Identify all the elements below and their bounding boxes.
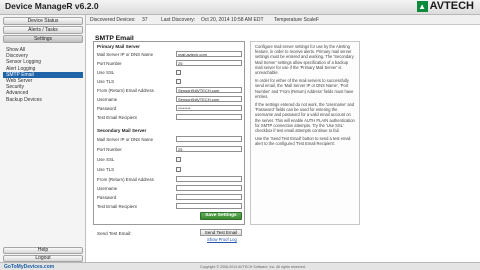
secondary-server-label: Mail Server IP or DNS Name — [97, 137, 154, 142]
secondary-port-label: Port Number — [97, 147, 122, 152]
secondary-password-label: Password — [97, 195, 117, 200]
brand-logo: ▲ AVTECH — [416, 0, 474, 12]
secondary-from-input[interactable] — [176, 176, 242, 182]
primary-port-input[interactable] — [176, 60, 242, 66]
help-text-panel: Configure mail server settings for use b… — [250, 41, 360, 225]
gotomydevices-link[interactable]: GoToMyDevices.com — [4, 264, 54, 270]
sidebar: Device Status Alerts / Tasks Settings Sh… — [0, 15, 86, 262]
secondary-ssl-label: Use SSL — [97, 157, 115, 162]
last-discovery-label: Last Discovery: — [161, 17, 196, 23]
discovered-devices-value: 37 — [142, 17, 148, 23]
primary-server-input[interactable] — [176, 51, 242, 57]
top-bar: Device ManageR v6.2.0 ▲ AVTECH — [0, 0, 480, 15]
primary-from-input[interactable] — [176, 87, 242, 93]
discovered-devices-label: Discovered Devices: — [90, 17, 136, 23]
primary-section-title: Primary Mail Server — [97, 44, 140, 49]
app-title: Device ManageR v6.2.0 — [5, 1, 99, 11]
help-paragraph: Use the 'Send Test Email' button to send… — [255, 136, 351, 147]
primary-from-label: From (Return) Email Address — [97, 88, 154, 93]
secondary-section-title: Secondary Mail Server — [97, 128, 147, 133]
primary-tls-checkbox[interactable] — [176, 79, 181, 84]
help-paragraph: If the settings entered do not work, the… — [255, 102, 355, 134]
secondary-tls-checkbox[interactable] — [176, 167, 181, 172]
help-paragraph: Configure mail server settings for use b… — [255, 44, 354, 76]
secondary-port-input[interactable] — [176, 146, 242, 152]
device-status-button[interactable]: Device Status — [3, 17, 83, 25]
logout-button[interactable]: Logout — [3, 255, 83, 262]
secondary-test-recipient-label: Test Email Recipient — [97, 204, 137, 209]
avtech-logo-mark-icon: ▲ — [416, 0, 428, 12]
footer: GoToMyDevices.com Copyright © 2008-2014 … — [0, 262, 480, 270]
secondary-username-input[interactable] — [176, 185, 242, 191]
secondary-tls-label: Use TLS — [97, 167, 115, 172]
primary-ssl-label: Use SSL — [97, 70, 115, 75]
save-settings-button[interactable]: Save Settings — [200, 212, 242, 220]
temperature-scale-label: Temperature Scale: — [274, 17, 318, 23]
secondary-from-label: From (Return) Email Address — [97, 177, 154, 182]
primary-tls-label: Use TLS — [97, 79, 115, 84]
primary-test-recipient-input[interactable] — [176, 114, 242, 120]
primary-ssl-checkbox[interactable] — [176, 70, 181, 75]
primary-server-label: Mail Server IP or DNS Name — [97, 52, 154, 57]
help-paragraph: In order for either of the mail servers … — [255, 78, 354, 99]
secondary-username-label: Username — [97, 186, 118, 191]
status-bar: Discovered Devices: 37 Last Discovery: O… — [86, 15, 480, 25]
primary-port-label: Port Number — [97, 61, 122, 66]
settings-nav-list: Show All Discovery Sensor Logging Alert … — [3, 47, 83, 103]
send-test-email-label: Send Test Email: — [97, 231, 132, 236]
secondary-test-recipient-input[interactable] — [176, 203, 242, 209]
help-button[interactable]: Help — [3, 247, 83, 254]
brand-name: AVTECH — [429, 0, 474, 12]
copyright-text: Copyright © 2008-2014 AVTECH Software, I… — [200, 265, 306, 269]
primary-password-input[interactable] — [176, 105, 242, 111]
secondary-password-input[interactable] — [176, 194, 242, 200]
show-proof-log-link[interactable]: Show Proof Log — [207, 237, 237, 242]
primary-username-label: Username — [97, 97, 118, 102]
secondary-ssl-checkbox[interactable] — [176, 157, 181, 162]
primary-username-input[interactable] — [176, 96, 242, 102]
primary-password-label: Password — [97, 106, 117, 111]
temperature-scale-value: F — [316, 17, 320, 23]
settings-button[interactable]: Settings — [3, 35, 83, 43]
send-test-email-button[interactable]: Send Test Email — [200, 229, 242, 236]
secondary-server-input[interactable] — [176, 136, 242, 142]
alerts-tasks-button[interactable]: Alerts / Tasks — [3, 26, 83, 34]
primary-test-recipient-label: Test Email Recipient — [97, 115, 137, 120]
sidebar-item-backup-devices[interactable]: Backup Devices — [3, 97, 83, 103]
last-discovery-value: Oct 20, 2014 10:58 AM EDT — [201, 17, 264, 23]
